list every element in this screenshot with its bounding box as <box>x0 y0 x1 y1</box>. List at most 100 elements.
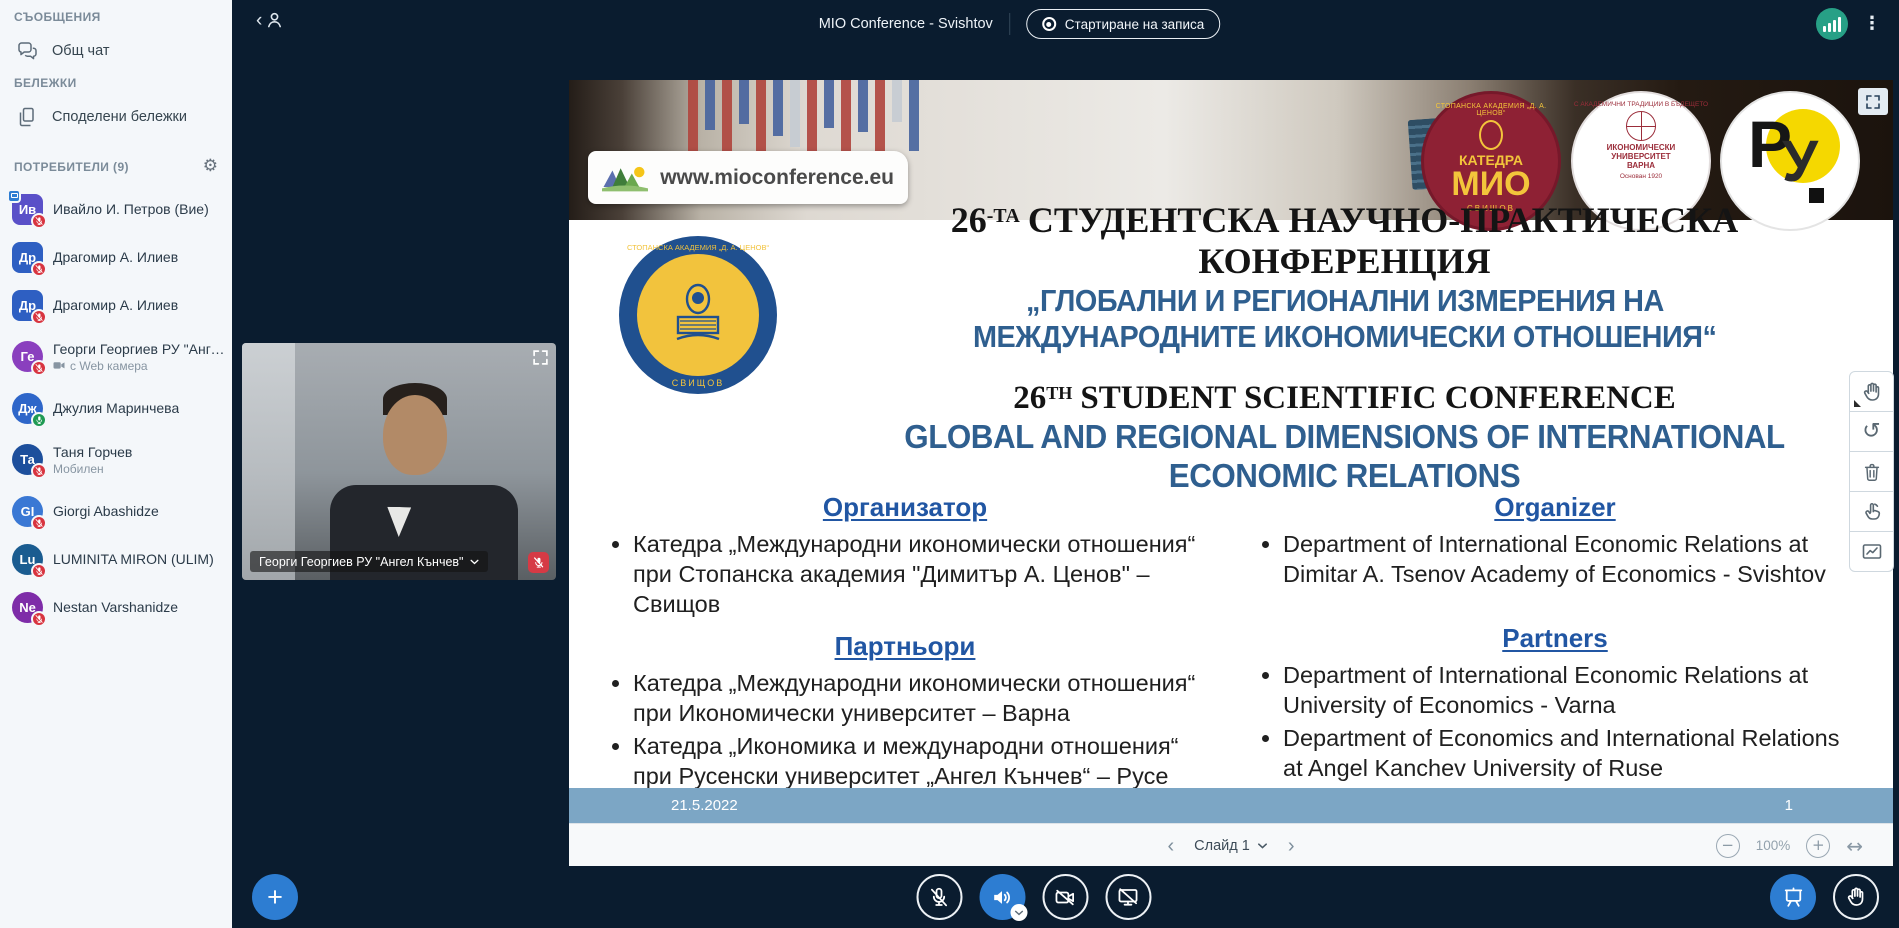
zoom-in-button[interactable]: + <box>1806 834 1830 858</box>
record-icon <box>1042 17 1056 31</box>
user-list: Ив Ивайло И. Петров (Вие) Др Драгомир А.… <box>0 185 232 631</box>
video-background <box>242 343 295 580</box>
presenter-badge <box>7 189 21 203</box>
slide-titles: 26-ТАСТУДЕНТСКА НАУЧНО-ПРАКТИЧЕСКА КОНФЕ… <box>804 200 1885 496</box>
notes-icon <box>16 106 38 128</box>
partners-heading-en: Partners <box>1253 623 1857 654</box>
sidebar: СЪОБЩЕНИЯ Общ чат БЕЛЕЖКИ Споделени беле… <box>0 0 232 928</box>
start-recording-button[interactable]: Стартиране на записа <box>1026 9 1220 39</box>
toggle-user-list-button[interactable]: ‹ <box>256 10 284 30</box>
website-url: www.mioconference.eu <box>660 166 894 190</box>
user-name: Таня Горчев <box>53 444 132 460</box>
user-list-item[interactable]: Ге Георги Георгиев РУ "Ангел Кънч... с W… <box>0 329 232 384</box>
webcam-user-name-dropdown[interactable]: Георги Георгиев РУ "Ангел Кънчев" <box>250 551 488 572</box>
chevron-down-icon <box>470 559 479 565</box>
meeting-title: MIO Conference - Svishtov <box>819 16 993 32</box>
speaker-silhouette <box>383 395 447 475</box>
top-bar: ‹ MIO Conference - Svishtov Стартиране н… <box>232 0 1899 48</box>
meeting-window: СЪОБЩЕНИЯ Общ чат БЕЛЕЖКИ Споделени беле… <box>0 0 1899 928</box>
options-menu-button[interactable]: ⋮ <box>1863 15 1881 33</box>
bullet-item: Department of International Economic Rel… <box>1283 529 1857 589</box>
user-status: с Web камера <box>53 359 225 373</box>
user-name: Георги Георгиев РУ "Ангел Кънч... <box>53 341 225 357</box>
screen-share-off-icon <box>1116 885 1141 910</box>
connection-status-button[interactable] <box>1816 8 1848 40</box>
slide-footer-bar: 21.5.2022 1 <box>569 788 1893 823</box>
trash-icon <box>1861 461 1883 483</box>
bullet-item: Катедра „Международни икономически отнош… <box>633 668 1207 728</box>
mic-muted-badge <box>31 309 47 325</box>
sidebar-item-public-chat[interactable]: Общ чат <box>16 36 232 66</box>
actions-plus-button[interactable]: + <box>252 874 298 920</box>
chevron-down-icon <box>1014 910 1023 916</box>
bullet-item: Department of International Economic Rel… <box>1283 660 1857 720</box>
user-list-item[interactable]: Та Таня Горчев Мобилен <box>0 432 232 487</box>
clear-annotations-button[interactable] <box>1849 451 1894 492</box>
conference-subtitle-bg-line2: МЕЖДУНАРОДНИТЕ ИКОНОМИЧЕСКИ ОТНОШЕНИЯ“ <box>804 319 1885 356</box>
avatar: Др <box>12 242 43 273</box>
slide-select-dropdown[interactable]: Слайд 1 <box>1194 838 1268 854</box>
raise-hand-button[interactable] <box>1833 874 1879 920</box>
organizer-heading-en: Organizer <box>1253 492 1857 523</box>
person-icon <box>264 10 284 30</box>
webcam-video-tile[interactable]: Георги Георгиев РУ "Ангел Кънчев" <box>242 343 556 580</box>
smart-slide-tool-button[interactable] <box>1849 531 1894 572</box>
organizer-column-bg: Организатор Катедра „Международни иконом… <box>603 492 1207 795</box>
multi-user-whiteboard-button[interactable] <box>1849 491 1894 532</box>
unmute-microphone-button[interactable] <box>916 874 962 920</box>
mic-muted-badge <box>31 515 47 531</box>
academy-emblem-icon <box>671 283 725 347</box>
tsenov-academy-logo: СТОПАНСКА АКАДЕМИЯ „Д. А. ЦЕНОВ“ СВИЩОВ <box>619 236 777 394</box>
chevron-left-icon: ‹ <box>256 11 262 30</box>
mic-muted-badge <box>31 360 47 376</box>
presentation-fullscreen-button[interactable] <box>1858 88 1888 115</box>
action-bar: + <box>232 866 1899 928</box>
signal-bars-icon <box>1823 26 1826 32</box>
fullscreen-icon <box>532 349 549 366</box>
presentation-area: www.mioconference.eu СТОПАНСКА АКАДЕМИЯ … <box>569 80 1893 866</box>
microphone-muted-icon <box>927 885 952 910</box>
user-list-item[interactable]: Lu LUMINITA MIRON (ULIM) <box>0 535 232 583</box>
previous-slide-button[interactable]: ‹ <box>1168 836 1175 856</box>
voice-badge <box>31 412 47 428</box>
share-webcam-button[interactable] <box>1042 874 1088 920</box>
user-list-item[interactable]: GI Giorgi Abashidze <box>0 487 232 535</box>
bullet-item: Катедра „Международни икономически отнош… <box>633 529 1207 619</box>
sidebar-item-shared-notes[interactable]: Споделени бележки <box>16 102 232 132</box>
webcam-fullscreen-button[interactable] <box>532 349 549 369</box>
next-slide-button[interactable]: › <box>1288 836 1295 856</box>
restore-presentation-button[interactable] <box>1770 874 1816 920</box>
pan-tool-button[interactable] <box>1849 371 1894 412</box>
user-list-item[interactable]: Др Драгомир А. Илиев <box>0 281 232 329</box>
slide-date: 21.5.2022 <box>671 797 738 814</box>
user-name: Джулия Маринчева <box>53 400 179 416</box>
notes-header: БЕЛЕЖКИ <box>14 76 232 90</box>
bullet-item: Катедра „Икономика и международни отноше… <box>633 731 1207 791</box>
zoom-level: 100% <box>1756 838 1791 853</box>
manage-users-gear-icon[interactable]: ⚙ <box>203 158 218 175</box>
fit-to-width-button[interactable]: ↔ <box>1846 836 1863 856</box>
audio-settings-button[interactable] <box>979 874 1025 920</box>
slide-body-columns: Организатор Катедра „Международни иконом… <box>603 492 1857 795</box>
user-list-item[interactable]: Ne Nestan Varshanidze <box>0 583 232 631</box>
user-status: Мобилен <box>53 462 132 476</box>
chat-icon <box>16 40 38 62</box>
zoom-out-button[interactable]: − <box>1716 834 1740 858</box>
organizer-heading-bg: Организатор <box>603 492 1207 523</box>
user-list-item[interactable]: Дж Джулия Маринчева <box>0 384 232 432</box>
whiteboard-slide[interactable]: www.mioconference.eu СТОПАНСКА АКАДЕМИЯ … <box>569 80 1893 823</box>
audio-options-chevron[interactable] <box>1010 904 1027 921</box>
undo-annotation-button[interactable]: ↺ <box>1849 411 1894 452</box>
share-screen-button[interactable] <box>1105 874 1151 920</box>
user-list-item[interactable]: Ив Ивайло И. Петров (Вие) <box>0 185 232 233</box>
user-name: Драгомир А. Илиев <box>53 297 178 313</box>
mic-muted-badge <box>31 463 47 479</box>
bullet-item: Department of Economics and Internationa… <box>1283 723 1857 783</box>
conference-subtitle-bg-line1: „ГЛОБАЛНИ И РЕГИОНАЛНИ ИЗМЕРЕНИЯ НА <box>804 283 1885 320</box>
user-list-item[interactable]: Др Драгомир А. Илиев <box>0 233 232 281</box>
hand-tool-icon <box>1860 380 1884 404</box>
mic-muted-badge <box>31 563 47 579</box>
avatar: Ne <box>12 592 43 623</box>
conference-website-banner: www.mioconference.eu <box>588 151 908 204</box>
conference-subtitle-en: GLOBAL AND REGIONAL DIMENSIONS OF INTERN… <box>804 418 1885 496</box>
